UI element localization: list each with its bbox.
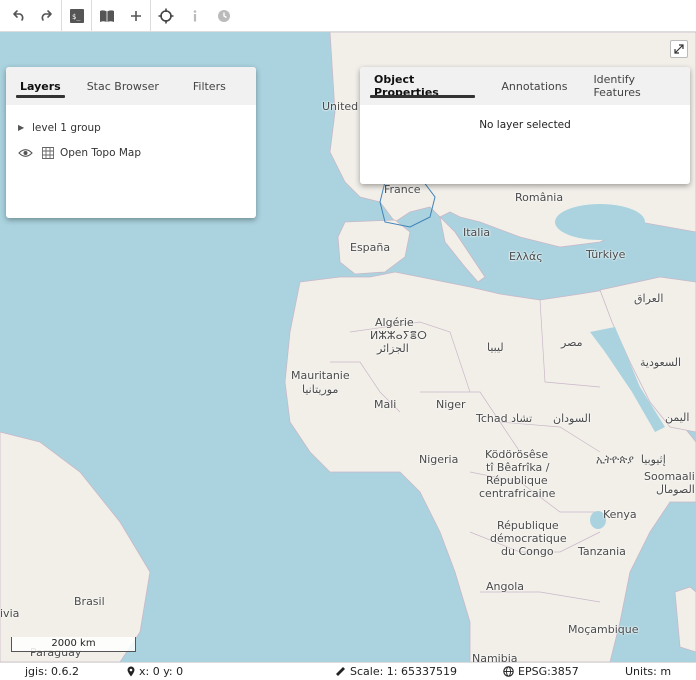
map-label-mauritanie-arabic: موريتانيا	[302, 383, 339, 396]
map-label-mauritanie: Mauritanie	[291, 369, 350, 382]
book-icon	[99, 9, 114, 22]
scale-readout: Scale: 1: 65337519	[335, 665, 457, 678]
caret-right-icon[interactable]: ▶	[18, 123, 32, 132]
toolbar: $_	[0, 0, 696, 32]
map-label-somalia: Soomaali	[644, 470, 695, 483]
history-button[interactable]	[209, 0, 238, 32]
map-label-romania: România	[515, 191, 564, 204]
crosshair-icon	[158, 8, 173, 23]
no-selection-message: No layer selected	[479, 119, 571, 131]
raster-layer-icon	[42, 146, 60, 159]
info-button[interactable]	[180, 0, 209, 32]
coordinates-label: x: 0 y: 0	[139, 665, 184, 678]
status-bar: jgis: 0.6.2 x: 0 y: 0 Scale: 1: 65337519…	[0, 662, 696, 680]
map-label-car-4: centrafricaine	[479, 487, 556, 500]
layers-panel: Layers Stac Browser Filters ▶ level 1 gr…	[6, 67, 256, 218]
undo-icon	[12, 9, 23, 21]
info-icon	[193, 9, 196, 21]
fullscreen-button[interactable]	[670, 40, 688, 58]
redo-button[interactable]	[32, 0, 61, 32]
layer-row[interactable]: Open Topo Map	[18, 140, 244, 165]
layers-panel-tabs: Layers Stac Browser Filters	[6, 67, 256, 105]
map-label-iraq: العراق	[634, 292, 664, 305]
globe-icon	[503, 666, 514, 677]
map-label-italia: Italia	[463, 226, 491, 239]
scale-label: Scale: 1: 65337519	[350, 665, 457, 678]
map-label-namibia: Namibia	[472, 652, 518, 662]
clock-icon	[217, 9, 230, 22]
map-label-libya: ليبيا	[487, 341, 504, 354]
map-label-espana: España	[350, 241, 391, 254]
map-label-niger: Niger	[436, 398, 466, 411]
expand-icon	[674, 44, 684, 54]
tab-object-properties[interactable]: Object Properties	[366, 67, 479, 105]
map-label-ethiopia: ኢትዮጵያ ‎ إثيوبيا	[596, 453, 666, 466]
version-label: jgis: 0.6.2	[25, 665, 80, 678]
map-label-ellas: Ελλάς	[509, 250, 543, 263]
map-label-algerie: Algérie	[375, 316, 414, 329]
redo-icon	[41, 9, 52, 21]
map-label-yemen: اليمن	[665, 411, 690, 424]
undo-button[interactable]	[3, 0, 32, 32]
units-label: Units: m	[625, 665, 672, 678]
projection-label: EPSG:3857	[518, 665, 579, 678]
map-label-tchad: Tchad تشاد	[476, 412, 533, 425]
map-label-nigeria: Nigeria	[419, 453, 459, 466]
map-label-algerie-tifinagh: ⵍⵣⵣⴰⵢⴻⵔ	[370, 329, 427, 342]
terminal-icon: $_	[69, 8, 84, 23]
center-button[interactable]	[151, 0, 180, 32]
layers-tree: ▶ level 1 group Open Topo Map	[6, 105, 256, 175]
tab-stac-browser[interactable]: Stac Browser	[79, 67, 167, 105]
plus-icon	[130, 10, 141, 21]
map-label-turkiye: Türkiye	[586, 248, 626, 261]
tab-layers[interactable]: Layers	[12, 67, 69, 105]
layer-label: Open Topo Map	[60, 146, 142, 159]
map-label-sudan: السودان	[553, 412, 591, 425]
map-pin-icon	[127, 666, 135, 677]
eye-icon[interactable]	[18, 148, 42, 158]
layer-group-label: level 1 group	[32, 121, 101, 134]
scale-bar: 2000 km	[11, 637, 136, 652]
open-docs-button[interactable]	[92, 0, 121, 32]
map-label-egypt: مصر	[561, 336, 583, 349]
tab-identify-features[interactable]: Identify Features	[585, 67, 684, 105]
map-label-algerie-arabic: الجزائر	[377, 342, 409, 355]
terminal-button[interactable]: $_	[62, 0, 91, 32]
projection-readout: EPSG:3857	[503, 665, 579, 678]
map-label-mozambique: Moçambique	[568, 623, 639, 636]
map-label-saudi: السعودية	[640, 356, 682, 369]
map-label-angola: Angola	[486, 580, 525, 593]
map-label-drc-3: du Congo	[501, 545, 554, 558]
layer-group-row[interactable]: ▶ level 1 group	[18, 115, 244, 140]
add-layer-button[interactable]	[121, 0, 150, 32]
map-label-tanzania: Tanzania	[578, 545, 626, 558]
map-label-car-1: Ködörösêse	[485, 448, 549, 461]
coordinates-readout: x: 0 y: 0	[127, 665, 183, 678]
map-label-drc-1: République	[497, 519, 559, 532]
props-panel-tabs: Object Properties Annotations Identify F…	[360, 67, 690, 105]
object-properties-panel: Object Properties Annotations Identify F…	[360, 67, 690, 184]
map-label-kenya: Kenya	[603, 508, 637, 521]
map-label-bolivia: ivia	[0, 607, 20, 620]
map-label-car-2: tî Bêafrîka /	[486, 461, 550, 474]
tab-filters[interactable]: Filters	[185, 67, 234, 105]
map-label-united: United	[322, 100, 359, 113]
svg-text:$_: $_	[72, 13, 81, 21]
map-label-france: France	[384, 183, 421, 196]
map-label-car-3: République	[486, 474, 548, 487]
map-label-drc-2: démocratique	[490, 532, 567, 545]
ruler-icon	[336, 667, 345, 676]
map-label-somalia-arabic: الصومال	[656, 483, 695, 496]
tab-annotations[interactable]: Annotations	[493, 67, 575, 105]
map-label-brasil: Brasil	[74, 595, 105, 608]
map-label-mali: Mali	[374, 398, 397, 411]
